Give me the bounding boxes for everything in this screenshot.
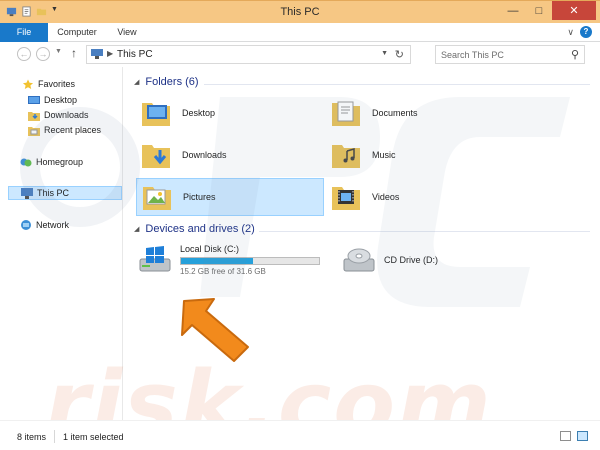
up-button[interactable]: ↑	[71, 46, 77, 60]
documents-folder-icon	[332, 101, 360, 126]
tab-view[interactable]: View	[110, 23, 144, 42]
sidebar-item-label: Desktop	[44, 95, 78, 105]
address-dropdown-icon[interactable]: ▼	[381, 50, 388, 57]
pc-icon	[21, 187, 33, 199]
back-button[interactable]: ←	[17, 47, 31, 61]
ribbon-right-controls: ∨ ?	[567, 26, 592, 38]
sidebar-item-desktop[interactable]: Desktop	[28, 93, 77, 107]
sidebar-item-label: Favorites	[38, 79, 76, 89]
forward-button[interactable]: →	[36, 47, 50, 61]
drive-info: CD Drive (D:)	[384, 255, 438, 265]
drive-label: CD Drive (D:)	[384, 255, 438, 265]
network-icon	[21, 219, 31, 230]
status-divider	[54, 430, 55, 443]
recent-locations-icon[interactable]: ▼	[55, 48, 62, 55]
item-count: 8 items	[17, 432, 47, 442]
folder-tile-documents[interactable]: Documents	[326, 94, 514, 132]
drive-usage-bar	[180, 257, 320, 265]
sidebar-item-label: Recent places	[44, 125, 102, 135]
downloads-folder-icon	[142, 145, 170, 168]
homegroup-icon	[20, 158, 32, 166]
content-pane: ◢ Folders (6) Desktop Documents Download…	[124, 67, 600, 420]
window-controls: — □ ✕	[500, 1, 596, 20]
drive-usage-fill	[181, 258, 253, 264]
tab-file[interactable]: File	[0, 23, 48, 42]
selection-count: 1 item selected	[63, 432, 124, 442]
ribbon-tabs: File Computer View ∨ ?	[0, 23, 600, 42]
folder-label: Desktop	[182, 108, 216, 118]
desktop-icon	[28, 95, 40, 104]
devices-group-header[interactable]: ◢ Devices and drives (2)	[134, 223, 255, 235]
breadcrumb[interactable]: This PC	[117, 49, 153, 60]
tiles-view-icon[interactable]	[577, 431, 588, 441]
star-icon	[22, 78, 34, 89]
sidebar-item-homegroup[interactable]: Homegroup	[20, 155, 83, 169]
address-bar[interactable]: ▶ This PC ▼ ↻	[86, 45, 411, 64]
pictures-folder-icon	[143, 187, 171, 210]
music-folder-icon	[332, 145, 360, 168]
drive-free-space: 15.2 GB free of 31.6 GB	[180, 267, 266, 276]
group-title: Devices and drives (2)	[145, 223, 255, 235]
sidebar-item-downloads[interactable]: Downloads	[28, 108, 89, 122]
drive-label: Local Disk (C:)	[180, 244, 240, 254]
close-button[interactable]: ✕	[552, 1, 596, 20]
sidebar-item-label: Homegroup	[36, 157, 84, 167]
refresh-icon[interactable]: ↻	[395, 48, 404, 61]
navigation-pane: Favorites Desktop Downloads Recent place…	[0, 67, 123, 420]
details-view-icon[interactable]	[560, 431, 571, 441]
folder-tile-music[interactable]: Music	[326, 136, 514, 174]
tab-computer[interactable]: Computer	[52, 23, 102, 42]
folders-group-header[interactable]: ◢ Folders (6)	[134, 76, 199, 88]
group-divider	[259, 231, 590, 232]
drive-tile-local-disk[interactable]: Local Disk (C:) 15.2 GB free of 31.6 GB	[138, 242, 320, 278]
folder-tile-desktop[interactable]: Desktop	[136, 94, 324, 132]
breadcrumb-separator-icon[interactable]: ▶	[107, 49, 113, 58]
pc-icon	[91, 49, 103, 59]
drive-tile-cd-drive[interactable]: CD Drive (D:)	[342, 242, 438, 278]
collapse-icon[interactable]: ◢	[134, 78, 139, 86]
help-icon[interactable]: ?	[580, 26, 592, 38]
collapse-icon[interactable]: ◢	[134, 225, 139, 233]
search-input[interactable]: Search This PC	[441, 50, 504, 60]
folder-tile-videos[interactable]: Videos	[326, 178, 514, 216]
folder-label: Music	[372, 150, 396, 160]
minimize-button[interactable]: —	[500, 1, 526, 20]
sidebar-item-this-pc[interactable]: This PC	[8, 186, 122, 200]
drive-info: Local Disk (C:) 15.2 GB free of 31.6 GB	[180, 244, 320, 276]
desktop-folder-icon	[142, 103, 170, 126]
sidebar-item-recent-places[interactable]: Recent places	[28, 123, 101, 137]
videos-folder-icon	[332, 187, 360, 210]
cd-drive-icon	[343, 248, 375, 272]
group-divider	[204, 84, 590, 85]
folder-label: Documents	[372, 108, 418, 118]
recent-places-icon	[28, 126, 40, 136]
folder-label: Videos	[372, 192, 400, 202]
sidebar-item-favorites[interactable]: Favorites	[22, 77, 75, 91]
status-bar: 8 items 1 item selected	[0, 420, 600, 450]
local-disk-icon	[139, 246, 171, 272]
folder-label: Downloads	[182, 150, 227, 160]
group-title: Folders (6)	[145, 76, 199, 88]
search-box[interactable]: Search This PC ⚲	[435, 45, 585, 64]
sidebar-item-label: This PC	[37, 188, 70, 198]
title-bar: ▼ This PC — □ ✕	[0, 0, 600, 23]
sidebar-item-network[interactable]: Network	[20, 218, 69, 232]
folder-tile-pictures[interactable]: Pictures	[136, 178, 324, 216]
maximize-button[interactable]: □	[526, 1, 552, 20]
downloads-icon	[28, 111, 40, 121]
navigation-bar: ← → ▼ ↑ ▶ This PC ▼ ↻ Search This PC ⚲	[0, 42, 600, 67]
sidebar-item-label: Network	[36, 220, 70, 230]
expand-ribbon-icon[interactable]: ∨	[567, 27, 574, 38]
sidebar-item-label: Downloads	[44, 110, 89, 120]
folder-tile-downloads[interactable]: Downloads	[136, 136, 324, 174]
folder-label: Pictures	[183, 192, 216, 202]
search-icon[interactable]: ⚲	[571, 48, 579, 61]
